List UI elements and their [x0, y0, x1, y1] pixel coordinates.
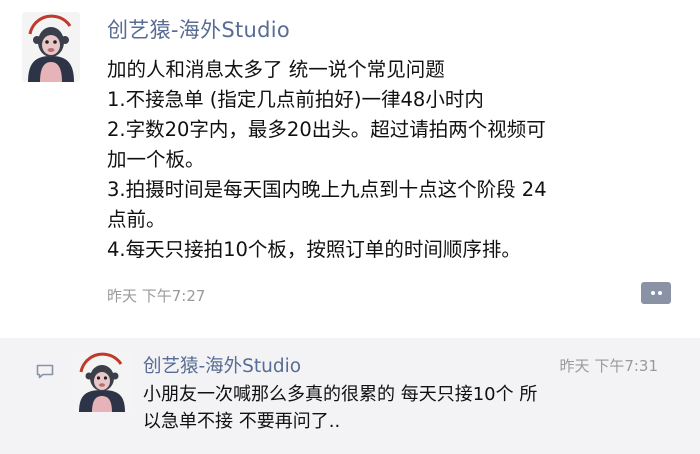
- post-line: 加一个板。: [107, 148, 205, 171]
- post-line: 点前。: [107, 208, 166, 231]
- post-line: 2.字数20字内，最多20出头。超过请拍两个视频可: [107, 118, 546, 141]
- comment-text: 小朋友一次喊那么多真的很累的 每天只接10个 所 以急单不接 不要再问了..: [143, 381, 643, 435]
- post-line: 加的人和消息太多了 统一说个常见问题: [107, 58, 445, 81]
- comment-bubble-icon: [36, 364, 54, 379]
- comment-avatar[interactable]: [73, 352, 131, 412]
- comment-more-icon: [657, 291, 662, 295]
- post-timestamp: 昨天 下午7:27: [107, 287, 206, 305]
- comment-more-icon: [650, 291, 655, 295]
- post-author-name[interactable]: 创艺猿-海外Studio: [107, 14, 290, 44]
- post-avatar[interactable]: [22, 12, 80, 82]
- comment-more-button[interactable]: [641, 282, 671, 304]
- monkey-avatar-icon: [73, 352, 131, 412]
- comment-author-name[interactable]: 创艺猿-海外Studio: [143, 352, 301, 378]
- comment-line: 小朋友一次喊那么多真的很累的 每天只接10个 所: [143, 384, 538, 405]
- comment-timestamp: 昨天 下午7:31: [559, 357, 658, 375]
- post-body: 加的人和消息太多了 统一说个常见问题 1.不接急单 (指定几点前拍好)一律48小…: [107, 55, 677, 265]
- post-line: 3.拍摄时间是每天国内晚上九点到十点这个阶段 24: [107, 178, 547, 201]
- comment-line: 以急单不接 不要再问了..: [143, 411, 341, 432]
- post-line: 4.每天只接拍10个板，按照订单的时间顺序排。: [107, 238, 521, 261]
- moments-page: 创艺猿-海外Studio 加的人和消息太多了 统一说个常见问题 1.不接急单 (…: [0, 0, 700, 454]
- post-line: 1.不接急单 (指定几点前拍好)一律48小时内: [107, 88, 484, 111]
- monkey-avatar-icon: [22, 12, 80, 82]
